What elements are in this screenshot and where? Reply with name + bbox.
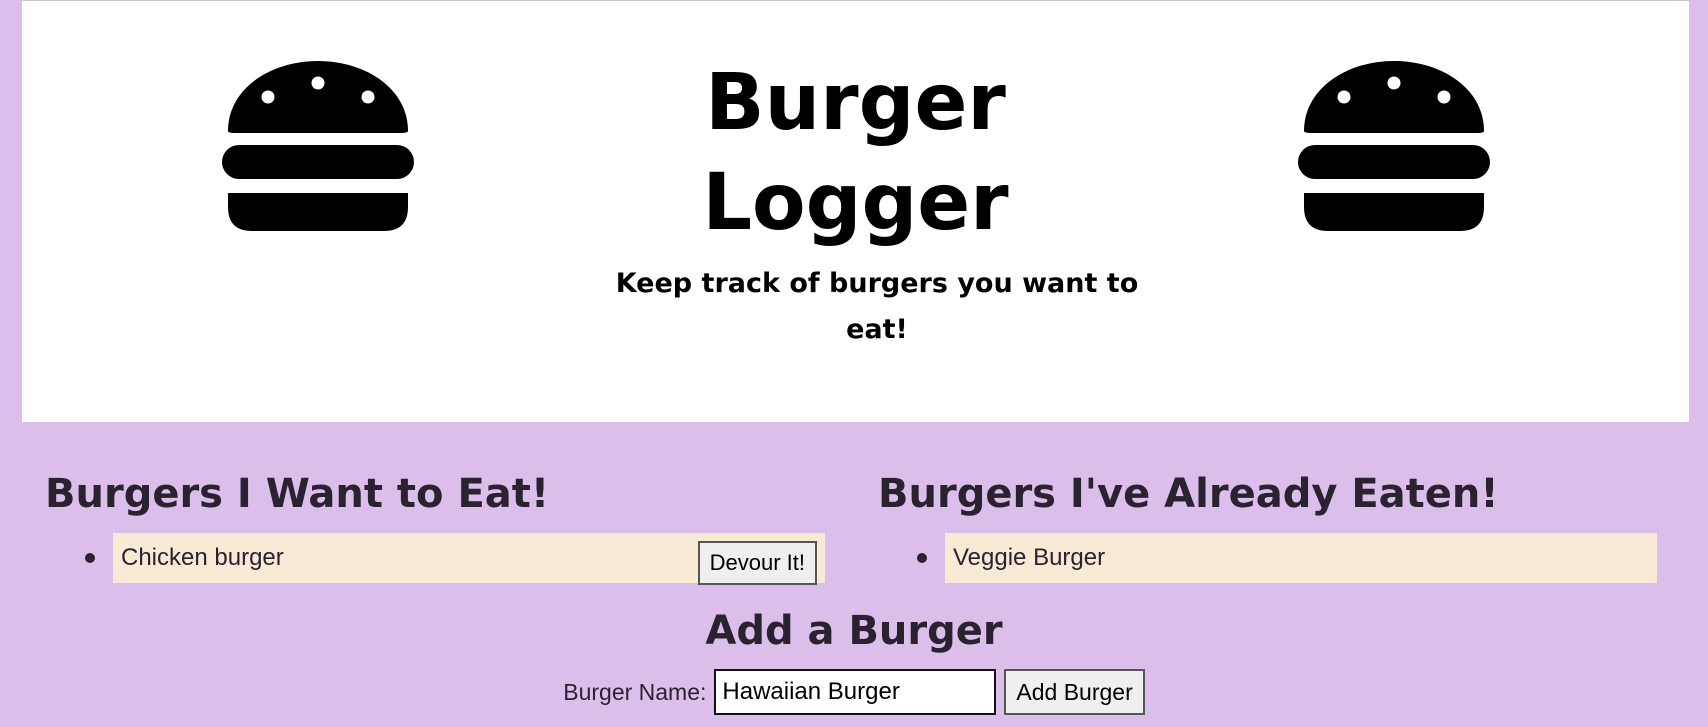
devour-button[interactable]: Devour It! [697, 541, 817, 585]
add-burger-form: Burger Name: Add Burger [0, 668, 1708, 716]
burger-item-box: Chicken burger Devour It! [113, 533, 825, 585]
bullet-icon [917, 553, 927, 563]
list-item: Chicken burger Devour It! [85, 533, 825, 585]
burger-name-label: Burger Name: [563, 678, 707, 705]
add-burger-button[interactable]: Add Burger [1004, 669, 1145, 715]
want-to-eat-list: Chicken burger Devour It! [85, 533, 825, 585]
already-eaten-heading: Burgers I've Already Eaten! [878, 471, 1499, 517]
page-subtitle: Keep track of burgers you want to eat! [615, 268, 1139, 345]
header-jumbotron: Burger Logger Keep track of burgers you … [22, 0, 1689, 422]
hamburger-icon [1296, 59, 1492, 233]
want-to-eat-heading: Burgers I Want to Eat! [45, 471, 550, 517]
already-eaten-list: Veggie Burger [917, 533, 1657, 583]
burger-item-box: Veggie Burger [945, 533, 1657, 583]
add-burger-heading: Add a Burger [705, 608, 1003, 654]
bullet-icon [85, 553, 95, 563]
list-item: Veggie Burger [917, 533, 1657, 583]
burger-name-input[interactable] [714, 669, 997, 715]
burger-name: Chicken burger [121, 544, 284, 571]
burger-name: Veggie Burger [953, 544, 1106, 571]
